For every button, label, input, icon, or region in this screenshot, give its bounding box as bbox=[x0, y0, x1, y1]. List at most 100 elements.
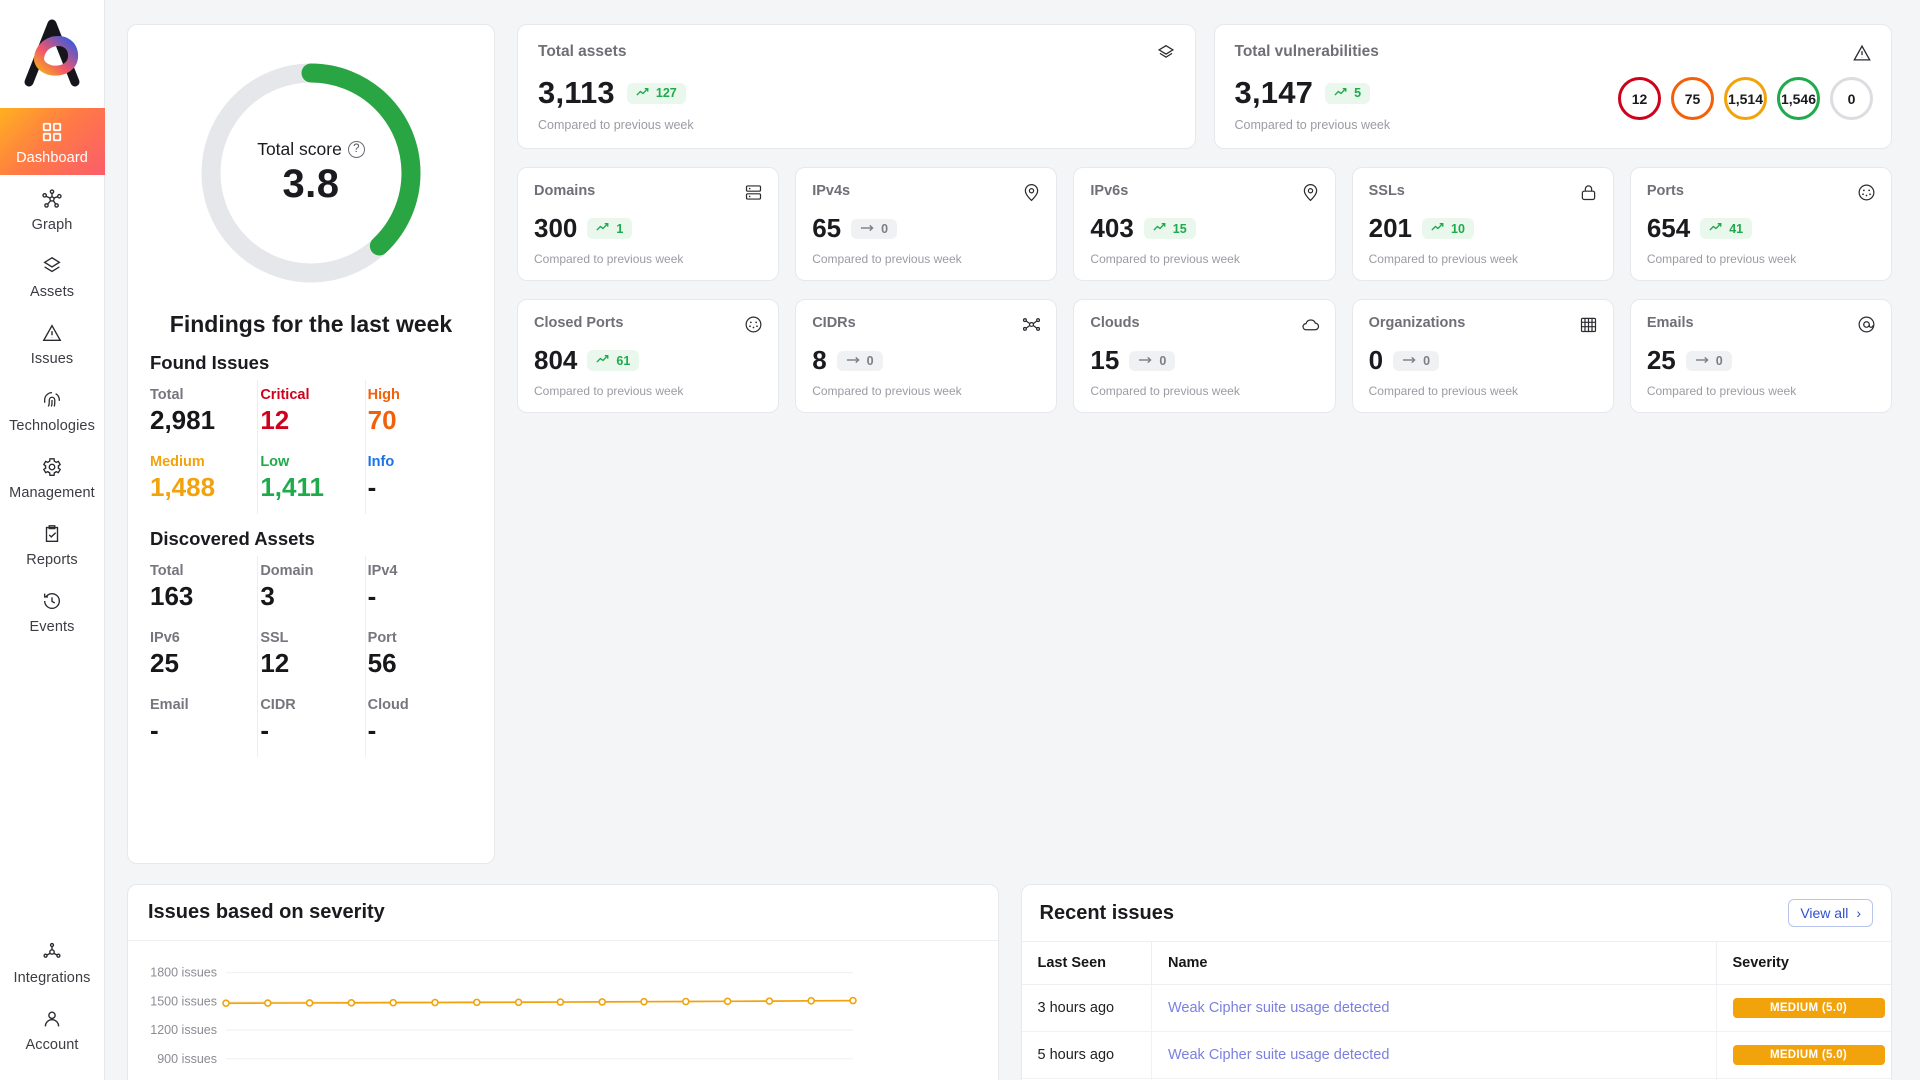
metric-label: High bbox=[367, 387, 400, 403]
discovered-assets-title: Discovered Assets bbox=[150, 528, 315, 549]
severity-circles: 12 75 1,514 1,546 0 bbox=[1618, 77, 1873, 120]
data-point[interactable] bbox=[472, 998, 481, 1007]
small-cards-row-1: Domains 300 1 Compared to previous week IPv4… bbox=[517, 167, 1893, 281]
stat-card-domains[interactable]: Domains 300 1 Compared to previous week bbox=[517, 167, 780, 281]
cell-issue-name[interactable]: Weak Cipher suite usage detected bbox=[1151, 1031, 1717, 1079]
stat-card-ipv6s[interactable]: IPv6s 403 15 Compared to previous week bbox=[1073, 167, 1336, 281]
delta-value: 0 bbox=[1423, 353, 1431, 368]
metric-label: Total bbox=[150, 563, 184, 579]
data-point[interactable] bbox=[765, 997, 774, 1005]
sidebar-item-graph[interactable]: Graph bbox=[0, 175, 105, 242]
table-row[interactable]: 3 hours ago Weak Cipher suite usage detec… bbox=[1021, 984, 1891, 1032]
sidebar-item-reports[interactable]: Reports bbox=[0, 510, 105, 577]
y-axis-tick-label: 1500 issues bbox=[150, 994, 217, 1008]
card-title: SSLs bbox=[1368, 183, 1405, 199]
total-vulnerabilities-card[interactable]: Total vulnerabilities 3,147 5 Compared t… bbox=[1213, 24, 1892, 149]
app-root: Dashboard Graph Assets Issues Technologi… bbox=[0, 0, 1920, 1080]
data-point[interactable] bbox=[514, 998, 523, 1007]
severity-count-circle[interactable]: 1,546 bbox=[1777, 77, 1820, 120]
column-header-name[interactable]: Name bbox=[1151, 942, 1717, 985]
data-point[interactable] bbox=[681, 997, 690, 1006]
warning-triangle-icon bbox=[39, 320, 65, 346]
metric-label: Low bbox=[260, 454, 290, 470]
trend-up-icon bbox=[1709, 221, 1723, 236]
delta-badge: 0 bbox=[1129, 350, 1176, 371]
sidebar-item-integrations[interactable]: Integrations bbox=[0, 928, 105, 995]
data-point[interactable] bbox=[640, 997, 648, 1006]
severity-count-circle[interactable]: 1,514 bbox=[1724, 77, 1767, 120]
sidebar-item-label: Management bbox=[9, 485, 95, 501]
card-compare-text: Compared to previous week bbox=[534, 384, 684, 398]
data-point[interactable] bbox=[264, 999, 272, 1007]
data-point[interactable] bbox=[849, 996, 857, 1005]
severity-count-circle[interactable]: 0 bbox=[1830, 77, 1873, 120]
card-title: Organizations bbox=[1368, 315, 1466, 331]
column-header-severity[interactable]: Severity bbox=[1716, 942, 1891, 985]
app-logo[interactable] bbox=[13, 14, 91, 92]
sidebar-item-events[interactable]: Events bbox=[0, 577, 105, 644]
sidebar-item-technologies[interactable]: Technologies bbox=[0, 376, 105, 443]
integrations-icon bbox=[39, 939, 65, 965]
findings-title: Findings for the last week bbox=[169, 311, 453, 337]
cell-severity: MEDIUM (5.0) bbox=[1716, 1031, 1891, 1079]
total-assets-card[interactable]: Total assets 3,113 127 Compared to previ… bbox=[517, 24, 1196, 149]
data-point[interactable] bbox=[431, 998, 439, 1007]
metric-value: 12 bbox=[260, 648, 290, 678]
stat-card-ipv4s[interactable]: IPv4s 65 0 Compared to previous week bbox=[795, 167, 1058, 281]
layers-icon bbox=[39, 253, 65, 279]
card-value: 403 bbox=[1090, 213, 1134, 243]
found-issues-title: Found Issues bbox=[150, 352, 270, 373]
severity-count-circle[interactable]: 12 bbox=[1618, 77, 1661, 120]
sidebar-item-label: Dashboard bbox=[16, 150, 88, 166]
data-point[interactable] bbox=[807, 997, 816, 1005]
sidebar-item-assets[interactable]: Assets bbox=[0, 242, 105, 309]
data-point[interactable] bbox=[222, 999, 230, 1008]
card-value-row: 403 15 bbox=[1090, 213, 1318, 244]
sidebar-item-issues[interactable]: Issues bbox=[0, 309, 105, 376]
sidebar-item-label: Issues bbox=[30, 351, 74, 367]
delta-badge: 61 bbox=[587, 350, 640, 371]
delta-value: 0 bbox=[866, 353, 874, 368]
severity-badge: MEDIUM (5.0) bbox=[1732, 1045, 1885, 1065]
stat-card-emails[interactable]: Emails 25 0 Compared to previous week bbox=[1629, 299, 1893, 413]
delta-badge: 0 bbox=[836, 350, 883, 371]
found-issue-info: Info - bbox=[364, 447, 472, 514]
data-point[interactable] bbox=[305, 999, 314, 1007]
card-title: Total assets bbox=[538, 43, 627, 60]
card-compare-text: Compared to previous week bbox=[1090, 252, 1240, 266]
stat-card-organizations[interactable]: Organizations 0 0 Compared to previous week bbox=[1351, 299, 1614, 413]
view-all-button[interactable]: View all › bbox=[1788, 899, 1873, 927]
metric-label: Cloud bbox=[367, 697, 409, 713]
card-compare-text: Compared to previous week bbox=[534, 252, 684, 266]
stat-card-closed-ports[interactable]: Closed Ports 804 61 Compared to previous we… bbox=[517, 299, 780, 413]
table-row[interactable]: 5 hours ago Weak Cipher suite usage detec… bbox=[1021, 1031, 1891, 1079]
cell-issue-name[interactable]: Weak Cipher suite usage detected bbox=[1151, 984, 1717, 1032]
data-point[interactable] bbox=[556, 998, 565, 1006]
found-issues-grid: Total 2,981 Critical 12 High 70 Medium 1,488 Low… bbox=[150, 380, 472, 514]
severity-count-circle[interactable]: 75 bbox=[1671, 77, 1714, 120]
question-mark-icon[interactable]: ? bbox=[347, 141, 365, 158]
pin-icon bbox=[1300, 182, 1321, 208]
card-value: 804 bbox=[534, 345, 578, 375]
trend-up-icon bbox=[1153, 221, 1167, 236]
big-cards-row: Total assets 3,113 127 Compared to previ… bbox=[517, 24, 1892, 149]
discovered-assets-grid: Total 163 Domain 3 IPv4 - IPv6 25 SSL 12 Port 56 Ema… bbox=[150, 556, 472, 757]
data-point[interactable] bbox=[723, 997, 732, 1006]
data-point[interactable] bbox=[389, 998, 397, 1007]
metric-label: Email bbox=[150, 697, 189, 713]
metric-value: 25 bbox=[150, 648, 179, 678]
metric-value: 12 bbox=[260, 405, 290, 435]
card-value-row: 3,113 127 bbox=[538, 75, 1175, 111]
sidebar-item-label: Graph bbox=[31, 217, 73, 233]
data-point[interactable] bbox=[598, 998, 607, 1006]
column-header-last-seen[interactable]: Last Seen bbox=[1021, 942, 1152, 985]
sidebar-item-management[interactable]: Management bbox=[0, 443, 105, 510]
card-value: 15 bbox=[1090, 345, 1120, 375]
sidebar-item-dashboard[interactable]: Dashboard bbox=[0, 108, 105, 175]
stat-card-cidrs[interactable]: CIDRs 8 0 Compared to previous week bbox=[795, 299, 1058, 413]
data-point[interactable] bbox=[347, 999, 356, 1007]
sidebar-item-account[interactable]: Account bbox=[0, 995, 105, 1062]
stat-card-ports[interactable]: Ports 654 41 Compared to previous week bbox=[1629, 167, 1893, 281]
stat-card-ssls[interactable]: SSLs 201 10 Compared to previous week bbox=[1351, 167, 1614, 281]
stat-card-clouds[interactable]: Clouds 15 0 Compared to previous week bbox=[1073, 299, 1336, 413]
